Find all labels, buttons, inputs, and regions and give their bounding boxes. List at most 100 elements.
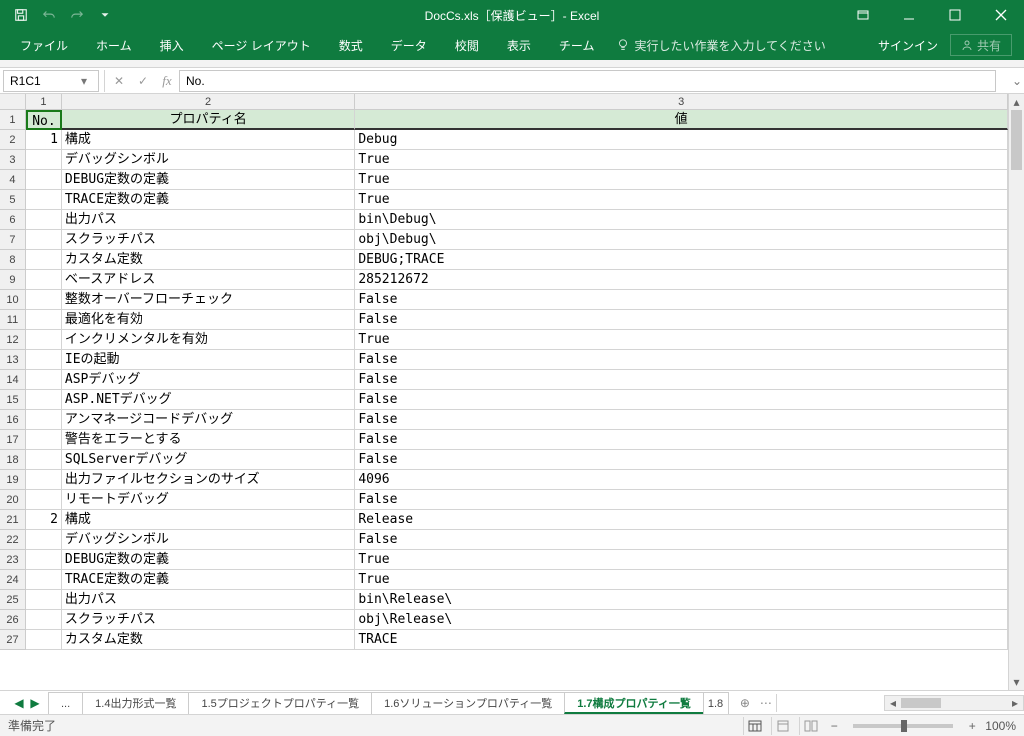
- scroll-down-button[interactable]: ▾: [1009, 674, 1024, 690]
- cell[interactable]: TRACE定数の定義: [62, 570, 355, 590]
- row-header[interactable]: 22: [0, 530, 26, 550]
- normal-view-button[interactable]: [743, 717, 765, 735]
- cell[interactable]: False: [355, 490, 1008, 510]
- sheet-tab-ellipsis[interactable]: ...: [48, 692, 83, 714]
- grid[interactable]: 1 2 3 1 No. プロパティ名 値 21構成Debug3デバッグシンボルT…: [0, 94, 1008, 690]
- row-header[interactable]: 3: [0, 150, 26, 170]
- cell[interactable]: Debug: [355, 130, 1008, 150]
- cell[interactable]: [26, 390, 62, 410]
- row-header[interactable]: 14: [0, 370, 26, 390]
- cell[interactable]: DEBUG定数の定義: [62, 550, 355, 570]
- zoom-in-button[interactable]: +: [965, 719, 979, 733]
- cell[interactable]: デバッグシンボル: [62, 150, 355, 170]
- cell[interactable]: [26, 150, 62, 170]
- row-header[interactable]: 1: [0, 110, 26, 130]
- row-header[interactable]: 5: [0, 190, 26, 210]
- row-header[interactable]: 17: [0, 430, 26, 450]
- cell[interactable]: スクラッチパス: [62, 230, 355, 250]
- tab-insert[interactable]: 挿入: [146, 30, 198, 60]
- cell[interactable]: True: [355, 190, 1008, 210]
- cell[interactable]: bin\Debug\: [355, 210, 1008, 230]
- cell[interactable]: False: [355, 410, 1008, 430]
- cell[interactable]: ASP.NETデバッグ: [62, 390, 355, 410]
- cell[interactable]: False: [355, 290, 1008, 310]
- cell[interactable]: bin\Release\: [355, 590, 1008, 610]
- cell[interactable]: アンマネージコードデバッグ: [62, 410, 355, 430]
- scroll-track[interactable]: [1009, 110, 1024, 674]
- cell[interactable]: No.: [26, 110, 62, 130]
- cell[interactable]: TRACE定数の定義: [62, 190, 355, 210]
- cell[interactable]: 出力ファイルセクションのサイズ: [62, 470, 355, 490]
- cell[interactable]: TRACE: [355, 630, 1008, 650]
- tell-me-search[interactable]: 実行したい作業を入力してください: [616, 37, 825, 54]
- expand-formula-bar-button[interactable]: ⌄: [1010, 74, 1024, 88]
- cell[interactable]: プロパティ名: [62, 110, 355, 130]
- sheet-nav-prev-button[interactable]: ◀: [12, 696, 26, 710]
- cell[interactable]: ASPデバッグ: [62, 370, 355, 390]
- cell[interactable]: False: [355, 530, 1008, 550]
- formula-input[interactable]: No.: [179, 70, 996, 92]
- cell[interactable]: [26, 530, 62, 550]
- page-break-view-button[interactable]: [799, 717, 821, 735]
- cell[interactable]: 4096: [355, 470, 1008, 490]
- zoom-out-button[interactable]: −: [827, 719, 841, 733]
- cell[interactable]: [26, 430, 62, 450]
- sheet-tab-partial[interactable]: 1.8: [703, 692, 729, 714]
- cell[interactable]: [26, 310, 62, 330]
- row-header[interactable]: 9: [0, 270, 26, 290]
- cell[interactable]: デバッグシンボル: [62, 530, 355, 550]
- cell[interactable]: [26, 210, 62, 230]
- cell[interactable]: [26, 230, 62, 250]
- row-header[interactable]: 4: [0, 170, 26, 190]
- cell[interactable]: True: [355, 150, 1008, 170]
- zoom-thumb[interactable]: [901, 720, 907, 732]
- cell[interactable]: [26, 470, 62, 490]
- row-header[interactable]: 25: [0, 590, 26, 610]
- scroll-thumb[interactable]: [901, 698, 941, 708]
- sheet-tab[interactable]: 1.6ソリューションプロパティ一覧: [371, 692, 565, 714]
- cell[interactable]: [26, 290, 62, 310]
- row-header[interactable]: 15: [0, 390, 26, 410]
- maximize-button[interactable]: [932, 0, 978, 30]
- sheet-tab[interactable]: 1.5プロジェクトプロパティ一覧: [188, 692, 372, 714]
- row-header[interactable]: 24: [0, 570, 26, 590]
- cell[interactable]: False: [355, 430, 1008, 450]
- col-header[interactable]: 2: [62, 94, 355, 109]
- cell[interactable]: [26, 590, 62, 610]
- cell[interactable]: [26, 330, 62, 350]
- cell[interactable]: [26, 350, 62, 370]
- scroll-up-button[interactable]: ▴: [1009, 94, 1024, 110]
- cell[interactable]: 出力パス: [62, 590, 355, 610]
- cell[interactable]: [26, 490, 62, 510]
- cell[interactable]: カスタム定数: [62, 250, 355, 270]
- scroll-left-button[interactable]: ◂: [885, 696, 901, 710]
- cell[interactable]: 2: [26, 510, 62, 530]
- cell[interactable]: obj\Release\: [355, 610, 1008, 630]
- ribbon-display-button[interactable]: [840, 0, 886, 30]
- cell[interactable]: True: [355, 570, 1008, 590]
- cell[interactable]: IEの起動: [62, 350, 355, 370]
- enter-formula-button[interactable]: ✓: [131, 70, 155, 92]
- row-header[interactable]: 21: [0, 510, 26, 530]
- cell[interactable]: 整数オーバーフローチェック: [62, 290, 355, 310]
- row-header[interactable]: 7: [0, 230, 26, 250]
- zoom-level[interactable]: 100%: [985, 719, 1016, 733]
- cell[interactable]: True: [355, 170, 1008, 190]
- cell[interactable]: True: [355, 550, 1008, 570]
- row-header[interactable]: 19: [0, 470, 26, 490]
- cell[interactable]: カスタム定数: [62, 630, 355, 650]
- cell[interactable]: [26, 550, 62, 570]
- cell[interactable]: False: [355, 310, 1008, 330]
- name-box[interactable]: R1C1 ▾: [3, 70, 99, 92]
- row-header[interactable]: 18: [0, 450, 26, 470]
- select-all-corner[interactable]: [0, 94, 26, 109]
- cell[interactable]: False: [355, 350, 1008, 370]
- cell[interactable]: obj\Debug\: [355, 230, 1008, 250]
- page-layout-view-button[interactable]: [771, 717, 793, 735]
- cell[interactable]: 構成: [62, 510, 355, 530]
- cell[interactable]: 値: [355, 110, 1008, 130]
- zoom-slider[interactable]: [853, 724, 953, 728]
- tab-page-layout[interactable]: ページ レイアウト: [198, 30, 325, 60]
- cell[interactable]: True: [355, 330, 1008, 350]
- horizontal-scrollbar[interactable]: ◂ ▸: [884, 695, 1024, 711]
